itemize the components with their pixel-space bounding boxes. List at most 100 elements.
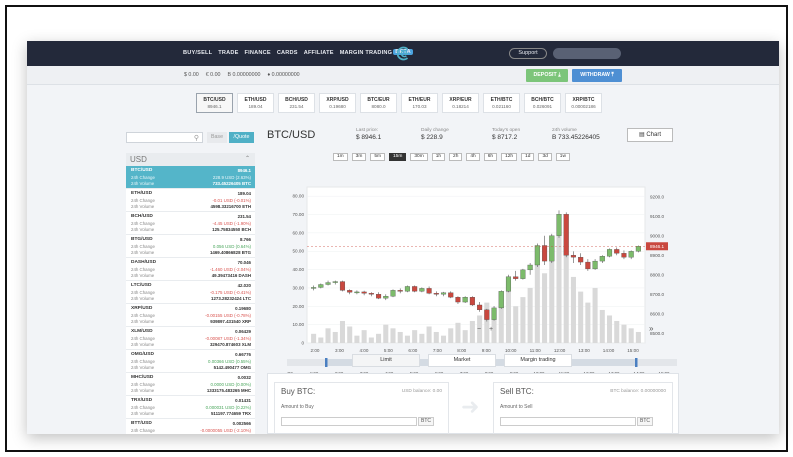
market-row[interactable]: XRP/USD 0.19680 24h Change -0.00155 USD (-0…: [126, 304, 255, 327]
timeframe-4h[interactable]: 4h: [466, 153, 480, 161]
pair-title: BTC/USD: [267, 129, 316, 141]
timeframe-30m[interactable]: 30m: [410, 153, 428, 161]
chart-button[interactable]: ▤ Chart: [627, 128, 673, 142]
time-axis-tick: 10:00: [505, 348, 517, 353]
chevron-up-icon: ⌃: [244, 156, 250, 162]
pair-tile-eth-btc[interactable]: ETH/BTC 0.021160: [483, 93, 520, 113]
candle-body: [628, 251, 634, 258]
sell-amount-input[interactable]: [500, 417, 636, 426]
right-axis-tick: 8800.0: [650, 272, 664, 277]
market-row[interactable]: XLM/USD 0.06429 24h Change -0.00087 USD (-1…: [126, 327, 255, 350]
candle-body: [606, 249, 613, 257]
market-row[interactable]: BTT/USD 0.002566 24h Change -0.0000055 USD …: [126, 419, 255, 434]
timeframe-1m[interactable]: 1m: [333, 153, 348, 161]
candle-body: [383, 296, 389, 299]
buy-amount-input[interactable]: [281, 417, 417, 426]
tab-market[interactable]: Market: [428, 354, 496, 367]
chart-button-label: Chart: [646, 132, 661, 138]
market-row[interactable]: BCH/USD 231.54 24h Change -4.45 USD (-1.90%…: [126, 212, 255, 235]
candle-body: [542, 245, 548, 262]
timeframe-1w[interactable]: 1w: [555, 153, 570, 161]
pair-name: ETH/EUR: [408, 97, 431, 103]
candle-body: [477, 304, 483, 311]
deposit-button[interactable]: DEPOSIT ⤓: [526, 69, 568, 82]
account-menu[interactable]: [553, 48, 621, 59]
candle-body: [448, 292, 454, 298]
withdraw-button[interactable]: WITHDRAW ⤒: [572, 69, 622, 82]
pair-tile-eth-usd[interactable]: ETH/USD 189.04: [237, 93, 274, 113]
timeframe-5m[interactable]: 5m: [370, 153, 386, 161]
timeframe-3d[interactable]: 3d: [538, 153, 552, 161]
market-row[interactable]: DASH/USD 70.046 24h Change -1.460 USD (-2.0…: [126, 258, 255, 281]
candle-body: [614, 249, 620, 254]
pair-tile-eth-eur[interactable]: ETH/EUR 170.03: [401, 93, 438, 113]
market-row[interactable]: ETH/USD 189.04 24h Change -0.01 USD (-0.01%…: [126, 189, 255, 212]
timeframe-1h[interactable]: 1h: [431, 153, 446, 161]
tab-margin-trading[interactable]: Margin trading: [504, 354, 572, 367]
right-axis-tick: 9200.0: [650, 194, 664, 199]
candle-body: [368, 293, 374, 295]
market-row[interactable]: MHC/USD 0.0032 24h Change 0.0000 USD (0.00%…: [126, 373, 255, 396]
screenshot-frame: BUY/SELL TRADE FINANCE CARDS AFFILIATE M…: [5, 5, 788, 452]
nav-buy-sell[interactable]: BUY/SELL: [183, 50, 212, 56]
pair-price: 231.54: [289, 104, 304, 109]
timeframe-2h[interactable]: 2h: [449, 153, 463, 161]
pair-price: 170.03: [412, 104, 427, 109]
timeframe-6h[interactable]: 6h: [483, 153, 498, 161]
market-row[interactable]: BTC/USD 8946.1 24h Change 228.9 USD (2.63%)…: [126, 166, 255, 189]
pair-name: XRP/EUR: [449, 97, 472, 103]
timeframe-3m[interactable]: 3m: [351, 153, 367, 161]
order-forms: Buy BTC: USD balance: 0.00 Amount to Buy…: [267, 373, 679, 434]
volume-bar: [325, 328, 331, 343]
zoom-out-icon: −: [477, 326, 481, 333]
pair-tile-bch-usd[interactable]: BCH/USD 231.54: [278, 93, 315, 113]
nav-cards[interactable]: CARDS: [277, 50, 298, 56]
pair-price: 0.18214: [452, 104, 469, 109]
nav-trade[interactable]: TRADE: [218, 50, 238, 56]
navigator-handle-left: [325, 358, 328, 367]
market-row[interactable]: OMG/USD 0.66776 24h Change 0.00366 USD (0.5…: [126, 350, 255, 373]
nav-affiliate[interactable]: AFFILIATE: [304, 50, 334, 56]
market-volume: 4598.33216700 ETH: [210, 204, 251, 209]
time-axis-tick: 7:00: [433, 348, 442, 353]
pair-tile-btc-eur[interactable]: BTC/EUR 8080.0: [360, 93, 397, 113]
cex-logo-icon[interactable]: [397, 46, 412, 61]
pair-tile-xrp-btc[interactable]: XRP/BTC 0.00002186: [565, 93, 602, 113]
market-row[interactable]: LTC/USD 42.020 24h Change -0.175 USD (-0.41…: [126, 281, 255, 304]
volume-label: 24h Volume: [131, 181, 155, 186]
market-row[interactable]: BTG/USD 8.766 24h Change 0.056 USD (0.64%) 2…: [126, 235, 255, 258]
volume-bar: [520, 297, 526, 343]
pair-name: BTC/USD: [203, 97, 226, 103]
todays-open-value: $ 8717.2: [492, 134, 518, 141]
volume-bar: [614, 320, 620, 343]
timeframe-12h[interactable]: 12h: [501, 153, 518, 161]
volume-bar: [513, 306, 519, 343]
pair-tile-xrp-eur[interactable]: XRP/EUR 0.18214: [442, 93, 479, 113]
candle-body: [311, 287, 317, 289]
market-search-input[interactable]: ⚲: [126, 132, 203, 143]
candle-body: [570, 255, 576, 258]
volume-label: 24h Volume: [131, 296, 155, 301]
nav-finance[interactable]: FINANCE: [245, 50, 271, 56]
base-filter-button[interactable]: Base: [207, 132, 227, 143]
candle-body: [484, 309, 490, 320]
price-chart[interactable]: 80.00 70.00 60.00 50.00 40.00 30.00 20.00 10.00…: [267, 165, 677, 379]
tab-limit[interactable]: Limit: [352, 354, 420, 367]
quote-filter-button[interactable]: /Quote: [229, 132, 254, 143]
pair-tile-bch-btc[interactable]: BCH/BTC 0.026091: [524, 93, 561, 113]
volume-bar: [433, 331, 439, 343]
market-row[interactable]: TRX/USD 0.01431 24h Change 0.000031 USD (0.…: [126, 396, 255, 419]
market-group-header[interactable]: USD ⌃: [126, 153, 255, 166]
zoom-in-icon: +: [489, 326, 493, 333]
volume-label: 24h Volume: [131, 365, 155, 370]
support-button[interactable]: Support: [509, 48, 547, 59]
volume-bar: [462, 330, 468, 343]
volume-bar: [448, 328, 454, 343]
timeframe-1d[interactable]: 1d: [521, 153, 535, 161]
volume-label: 24h Volume: [131, 250, 155, 255]
pair-tile-btc-usd[interactable]: BTC/USD 8946.1: [196, 93, 233, 113]
timeframe-15m[interactable]: 15m: [389, 153, 407, 161]
candle-body: [520, 269, 526, 279]
candle-body: [635, 246, 641, 252]
pair-tile-xrp-usd[interactable]: XRP/USD 0.19680: [319, 93, 356, 113]
